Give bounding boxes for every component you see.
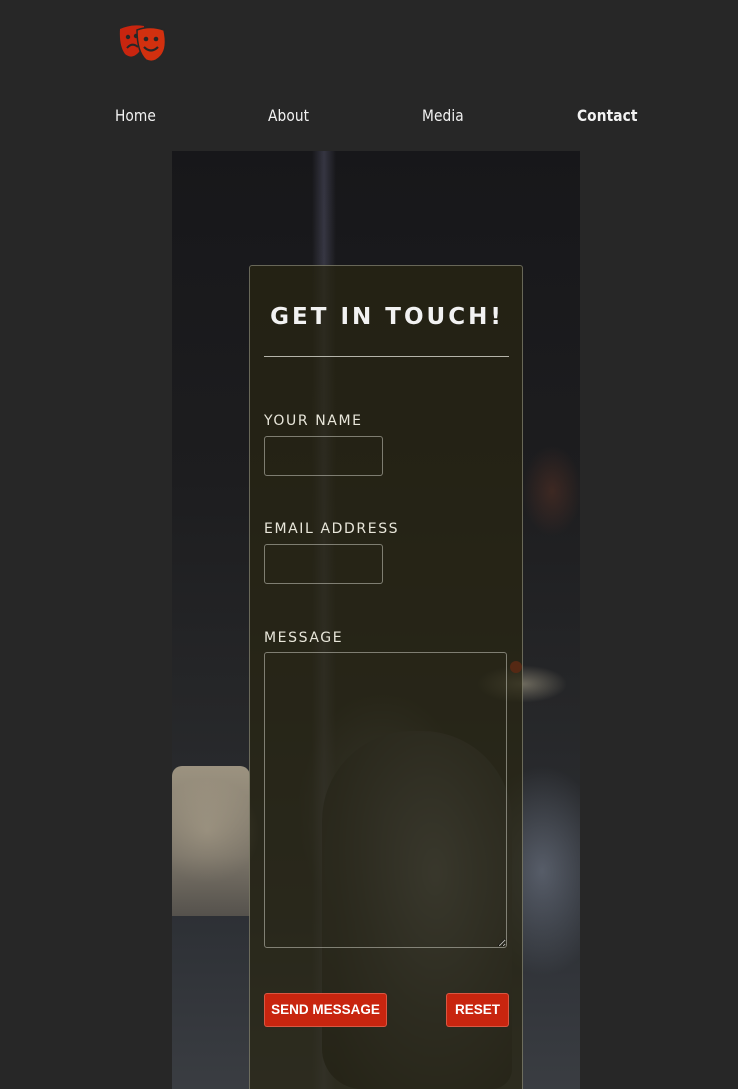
main-nav: Home About Media Contact [0,104,738,128]
candle [172,766,250,916]
message-textarea[interactable] [264,652,507,948]
title-divider [264,356,509,357]
nav-item-media[interactable]: Media [422,104,464,128]
contact-form: GET IN TOUCH! YOUR NAME EMAIL ADDRESS ME… [249,265,523,1089]
theater-masks-logo-icon[interactable] [117,22,171,66]
contact-page: Home About Media Contact GET IN TOUCH! Y… [0,0,738,1089]
nav-item-home[interactable]: Home [115,104,156,128]
name-label: YOUR NAME [264,413,363,429]
nav-item-about[interactable]: About [268,104,309,128]
name-input[interactable] [264,436,383,476]
form-title: GET IN TOUCH! [270,304,504,330]
email-label: EMAIL ADDRESS [264,521,400,537]
email-input[interactable] [264,544,383,584]
message-label: MESSAGE [264,630,344,646]
reset-button[interactable]: RESET [446,993,509,1027]
nav-item-contact[interactable]: Contact [577,104,638,128]
send-message-button[interactable]: SEND MESSAGE [264,993,387,1027]
